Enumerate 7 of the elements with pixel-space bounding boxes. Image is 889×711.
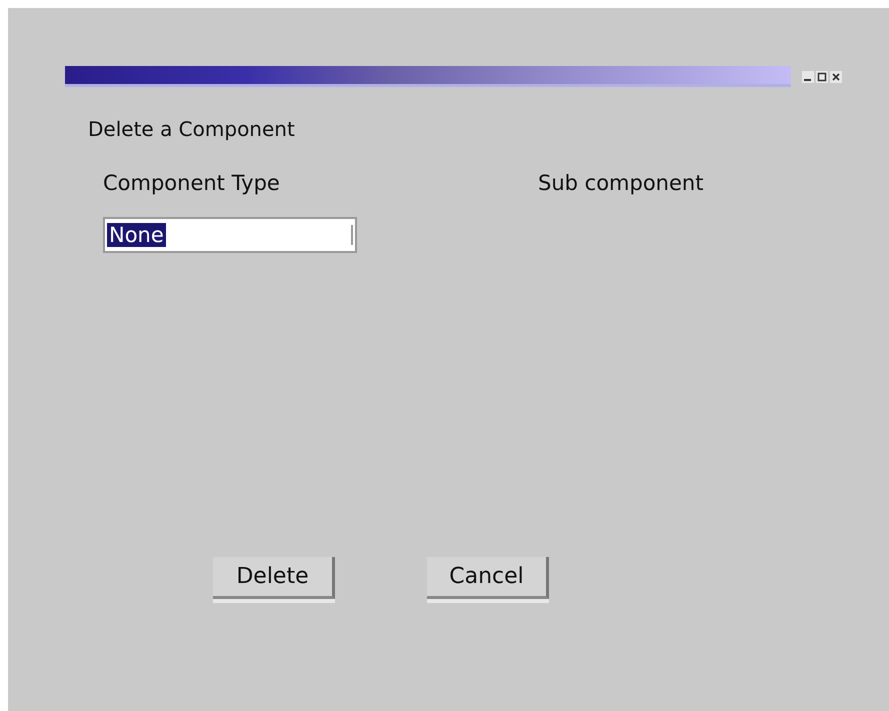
dialog-heading: Delete a Component — [88, 117, 296, 141]
component-type-dropdown[interactable]: None — [103, 217, 357, 253]
close-icon[interactable] — [830, 70, 842, 82]
maximize-icon[interactable] — [816, 70, 828, 82]
minimize-icon[interactable] — [802, 70, 814, 82]
field-label: Sub component — [538, 171, 704, 195]
field-label: Component Type — [103, 171, 281, 195]
